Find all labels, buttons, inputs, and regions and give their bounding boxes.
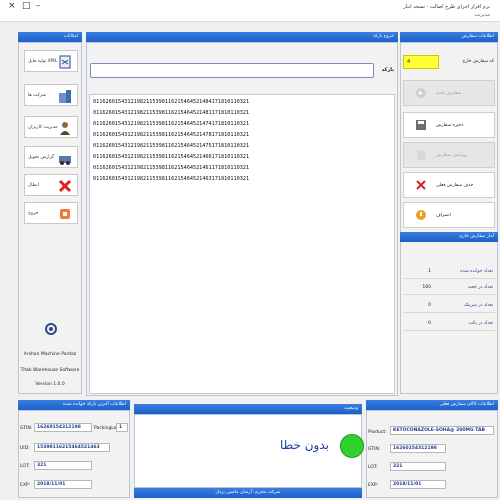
product-label: Product:: [368, 430, 387, 435]
gtin-value: 16260154312198: [390, 444, 446, 453]
uid-value: 15398116215464521463: [34, 443, 110, 452]
xml-file-icon: [59, 55, 71, 69]
button-label: حذف سفارش فعلی: [436, 183, 474, 188]
gtin-value: 16260154312198: [34, 423, 92, 432]
exp-label: EXP:: [368, 483, 379, 488]
gtin-label: GTIN:: [20, 426, 33, 431]
companies-button[interactable]: شرکت ها: [24, 84, 78, 106]
cancel-x-icon: [58, 179, 72, 193]
exit-icon: [60, 209, 70, 219]
implementer-footer: شرکت مجری: آرشان ماشین پرداز: [134, 488, 362, 498]
lot-label: LOT:: [20, 464, 30, 469]
status-indicator: [340, 434, 364, 458]
button-label: مدیریت کاربران: [28, 125, 58, 130]
new-order-icon: [416, 88, 426, 98]
lot-value: 321: [34, 461, 92, 470]
order-code-label: کد سفارش خارج: [462, 59, 494, 64]
stat-value: 160: [422, 285, 431, 290]
stats-header: آمار سفارش جاری: [400, 232, 498, 242]
cancel-order-button[interactable]: انصراف: [403, 202, 495, 228]
uid-label: UID:: [20, 446, 30, 451]
company-name: Arshan Machine Pardaz: [23, 352, 77, 357]
packing-value: 1: [116, 423, 128, 432]
lot-value: 321: [390, 462, 446, 471]
list-item[interactable]: 0116260154312198211539811621546452148117…: [93, 110, 249, 116]
cancel-button[interactable]: ابطال: [24, 174, 78, 196]
center-panel-header: خروج بارکد: [86, 32, 398, 42]
barcode-label: بارکد: [381, 67, 394, 73]
edit-icon: [417, 150, 425, 160]
button-label: سفارش جدید: [436, 91, 462, 96]
button-label: ابطال: [28, 183, 39, 188]
stat-row-box: 160 تعداد در جعبه: [403, 282, 495, 295]
delete-x-icon: [416, 180, 426, 190]
company-logo-icon: [45, 323, 57, 335]
new-order-button[interactable]: سفارش جدید: [403, 80, 495, 106]
stat-label: تعداد خوانده شده: [460, 269, 493, 274]
stat-row-read: 1 تعداد خوانده شده: [403, 266, 495, 279]
right-panel-header: اطلاعات سفارش: [400, 32, 498, 42]
software-name: Titak Warehouse Software: [20, 368, 80, 373]
list-item[interactable]: 0116260154312198211539811621546452147517…: [93, 143, 249, 149]
companies-icon: [59, 90, 71, 103]
exit-button[interactable]: خروج: [24, 202, 78, 224]
user-management-icon: [60, 122, 70, 135]
list-item[interactable]: 0116260154312198211539811621546452146617…: [93, 154, 249, 160]
stat-value: 1: [428, 269, 431, 274]
cancel-icon: [416, 210, 426, 220]
delete-order-button[interactable]: حذف سفارش فعلی: [403, 172, 495, 198]
status-header: وضعیت: [134, 404, 362, 414]
version-label: Version 1.0.0: [35, 382, 65, 387]
stat-row-shrink: 0 تعداد در شرینک: [403, 300, 495, 313]
save-order-button[interactable]: ذخیره سفارش: [403, 112, 495, 138]
generate-xml-button[interactable]: تولید فایل XML: [24, 50, 78, 72]
list-item[interactable]: 0116260154312198211539811621546452147417…: [93, 121, 249, 127]
button-label: انصراف: [436, 213, 451, 218]
last-barcode-header: اطلاعات آخرین بارکد خوانده شده: [18, 400, 130, 410]
list-item[interactable]: 0116260154312198211539811621546452148417…: [93, 99, 249, 105]
button-label: خروج: [28, 211, 39, 216]
stat-value: 0: [428, 321, 431, 326]
window-title: نرم افزار اجرای طرح اصالت - نسخه انبار: [403, 4, 490, 10]
delivery-report-icon: [59, 156, 71, 165]
exp-label: EXP:: [20, 483, 31, 488]
delivery-report-button[interactable]: گزارش تحویل: [24, 146, 78, 168]
button-label: شرکت ها: [28, 93, 46, 98]
minimize-icon[interactable]: –: [36, 2, 41, 11]
status-text: بدون خطا: [280, 438, 329, 452]
stat-row-pallet: 0 تعداد در پالت: [403, 318, 495, 331]
window-subtitle: مدیریت: [474, 12, 490, 18]
button-label: گزارش تحویل: [28, 155, 55, 160]
button-label: ویرایش سفارش: [436, 153, 467, 158]
barcode-input[interactable]: [90, 63, 374, 78]
list-item[interactable]: 0116260154312198211539811621546452146117…: [93, 165, 249, 171]
save-icon: [416, 120, 426, 130]
exp-value: 2018/11/01: [390, 480, 446, 489]
button-label: تولید فایل XML: [28, 59, 58, 64]
button-label: ذخیره سفارش: [436, 123, 464, 128]
stat-label: تعداد در جعبه: [468, 285, 493, 290]
lot-label: LOT:: [368, 465, 378, 470]
edit-order-button[interactable]: ویرایش سفارش: [403, 142, 495, 168]
user-management-button[interactable]: مدیریت کاربران: [24, 116, 78, 138]
barcode-list[interactable]: 0116260154312198211539811621546452148417…: [89, 94, 395, 394]
stat-label: تعداد در پالت: [468, 321, 494, 326]
maximize-icon[interactable]: □: [22, 2, 31, 11]
title-bar: × □ – نرم افزار اجرای طرح اصالت - نسخه ا…: [0, 0, 500, 22]
close-icon[interactable]: ×: [8, 2, 16, 11]
exp-value: 2018/11/01: [34, 480, 92, 489]
barcode-row: بارکد: [86, 58, 398, 86]
current-product-header: اطلاعات کالای سفارش فعلی: [366, 400, 498, 410]
stat-value: 0: [428, 303, 431, 308]
list-item[interactable]: 0116260154312198211539811621546452147817…: [93, 132, 249, 138]
gtin-label: GTIN:: [368, 447, 381, 452]
list-item[interactable]: 0116260154312198211539811621546452146317…: [93, 176, 249, 182]
product-value: KETOCONAZOLE-SOHA@ 200MG TAB: [390, 426, 494, 435]
order-code-field[interactable]: 4: [403, 55, 439, 69]
stat-label: تعداد در شرینک: [464, 303, 493, 308]
left-panel-header: امکانات: [18, 32, 82, 42]
